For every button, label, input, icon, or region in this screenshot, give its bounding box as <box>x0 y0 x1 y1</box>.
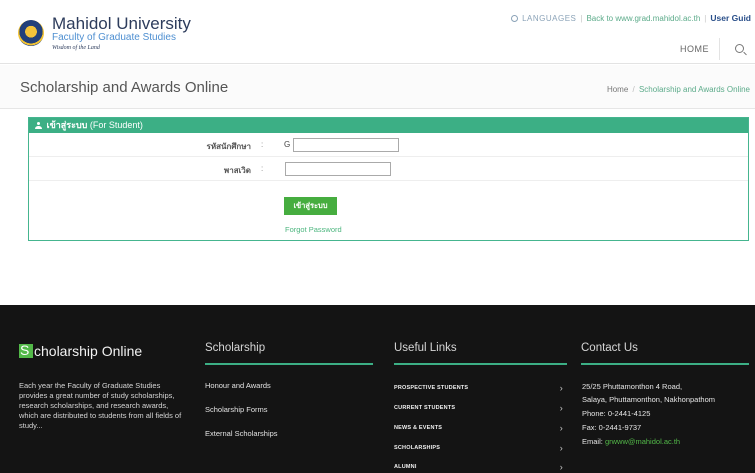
brand-subtitle[interactable]: Faculty of Graduate Studies <box>52 32 176 43</box>
top-links: LANGUAGES | Back to www.grad.mahidol.ac.… <box>511 13 751 23</box>
divider: | <box>704 13 707 23</box>
title-bar: Scholarship and Awards Online Home / Sch… <box>0 65 755 109</box>
student-id-label: รหัสนักศึกษา <box>206 142 251 151</box>
footer-link-external-scholarships[interactable]: External Scholarships <box>205 429 278 438</box>
breadcrumb: Home / Scholarship and Awards Online <box>607 85 750 94</box>
university-seal-icon[interactable] <box>18 20 44 46</box>
footer-brand-text: cholarship Online <box>34 343 143 359</box>
footer-link-honour-awards[interactable]: Honour and Awards <box>205 381 271 390</box>
colon: : <box>261 140 264 149</box>
panel-title-th: เข้าสู่ระบบ <box>46 120 88 130</box>
divider: | <box>580 13 583 23</box>
brand-title[interactable]: Mahidol University <box>52 14 191 34</box>
footer-link-prospective-students[interactable]: PROSPECTIVE STUDENTS › <box>394 383 567 393</box>
password-label: พาสเวิด <box>223 166 251 175</box>
chevron-right-icon: › <box>559 462 563 472</box>
contact-email-label: Email: <box>582 437 603 446</box>
panel-title-en: (For Student) <box>89 120 143 130</box>
page-title: Scholarship and Awards Online <box>20 79 229 96</box>
useful-links-heading: Useful Links <box>394 342 457 354</box>
contact-address-line-1: 25/25 Phuttamonthon 4 Road, <box>582 382 683 391</box>
contact-phone: Phone: 0-2441-4125 <box>582 409 651 418</box>
breadcrumb-current: Scholarship and Awards Online <box>638 85 750 94</box>
back-to-site-link[interactable]: Back to www.grad.mahidol.ac.th <box>586 14 700 23</box>
password-row: พาสเวิด : <box>29 157 748 181</box>
useful-links-underline <box>394 363 567 365</box>
student-id-row: รหัสนักศึกษา : G <box>29 133 748 157</box>
chevron-right-icon: › <box>559 423 563 433</box>
contact-underline <box>581 363 749 365</box>
footer-link-current-students[interactable]: CURRENT STUDENTS › <box>394 403 567 413</box>
scholarship-underline <box>205 363 373 365</box>
contact-heading: Contact Us <box>581 342 638 354</box>
breadcrumb-separator: / <box>630 85 637 94</box>
user-icon <box>35 122 42 129</box>
footer-description: Each year the Faculty of Graduate Studie… <box>19 381 182 430</box>
scholarship-heading: Scholarship <box>205 342 266 354</box>
footer-link-news-events[interactable]: NEWS & EVENTS › <box>394 423 567 433</box>
chevron-right-icon: › <box>559 443 563 453</box>
brand-logo-icon: S <box>19 342 33 358</box>
chevron-right-icon: › <box>559 403 563 413</box>
student-id-input[interactable] <box>293 138 399 152</box>
login-button[interactable]: เข้าสู่ระบบ <box>284 197 337 215</box>
nav-home[interactable]: HOME <box>680 44 709 54</box>
chevron-right-icon: › <box>559 383 563 393</box>
footer-link-alumni[interactable]: ALUMNI › <box>394 462 567 472</box>
login-panel-header: เข้าสู่ระบบ (For Student) <box>29 118 748 133</box>
page: Mahidol University Faculty of Graduate S… <box>0 0 755 473</box>
site-header: Mahidol University Faculty of Graduate S… <box>0 0 755 64</box>
user-guide-link[interactable]: User Guid <box>710 13 751 23</box>
search-icon[interactable] <box>735 44 744 53</box>
colon: : <box>261 164 264 173</box>
footer-link-scholarships[interactable]: SCHOLARSHIPS › <box>394 443 567 453</box>
breadcrumb-home[interactable]: Home <box>607 85 628 94</box>
footer-link-scholarship-forms[interactable]: Scholarship Forms <box>205 405 268 414</box>
password-input[interactable] <box>285 162 391 176</box>
brand-tagline: Wisdom of the Land <box>52 45 100 51</box>
student-id-prefix: G <box>284 140 291 149</box>
globe-icon <box>511 14 519 22</box>
contact-address-line-2: Salaya, Phuttamonthon, Nakhonpathom <box>582 395 716 404</box>
login-panel: เข้าสู่ระบบ (For Student) รหัสนักศึกษา :… <box>28 117 749 241</box>
contact-email-row: Email: grwww@mahidol.ac.th <box>582 437 680 446</box>
forgot-password-link[interactable]: Forgot Password <box>285 225 342 234</box>
languages-link[interactable]: LANGUAGES <box>522 14 576 23</box>
site-footer: Scholarship Online Each year the Faculty… <box>0 305 755 473</box>
contact-email-link[interactable]: grwww@mahidol.ac.th <box>605 437 680 446</box>
contact-fax: Fax: 0-2441-9737 <box>582 423 642 432</box>
nav-divider <box>719 38 720 60</box>
footer-brand: Scholarship Online <box>19 342 143 361</box>
